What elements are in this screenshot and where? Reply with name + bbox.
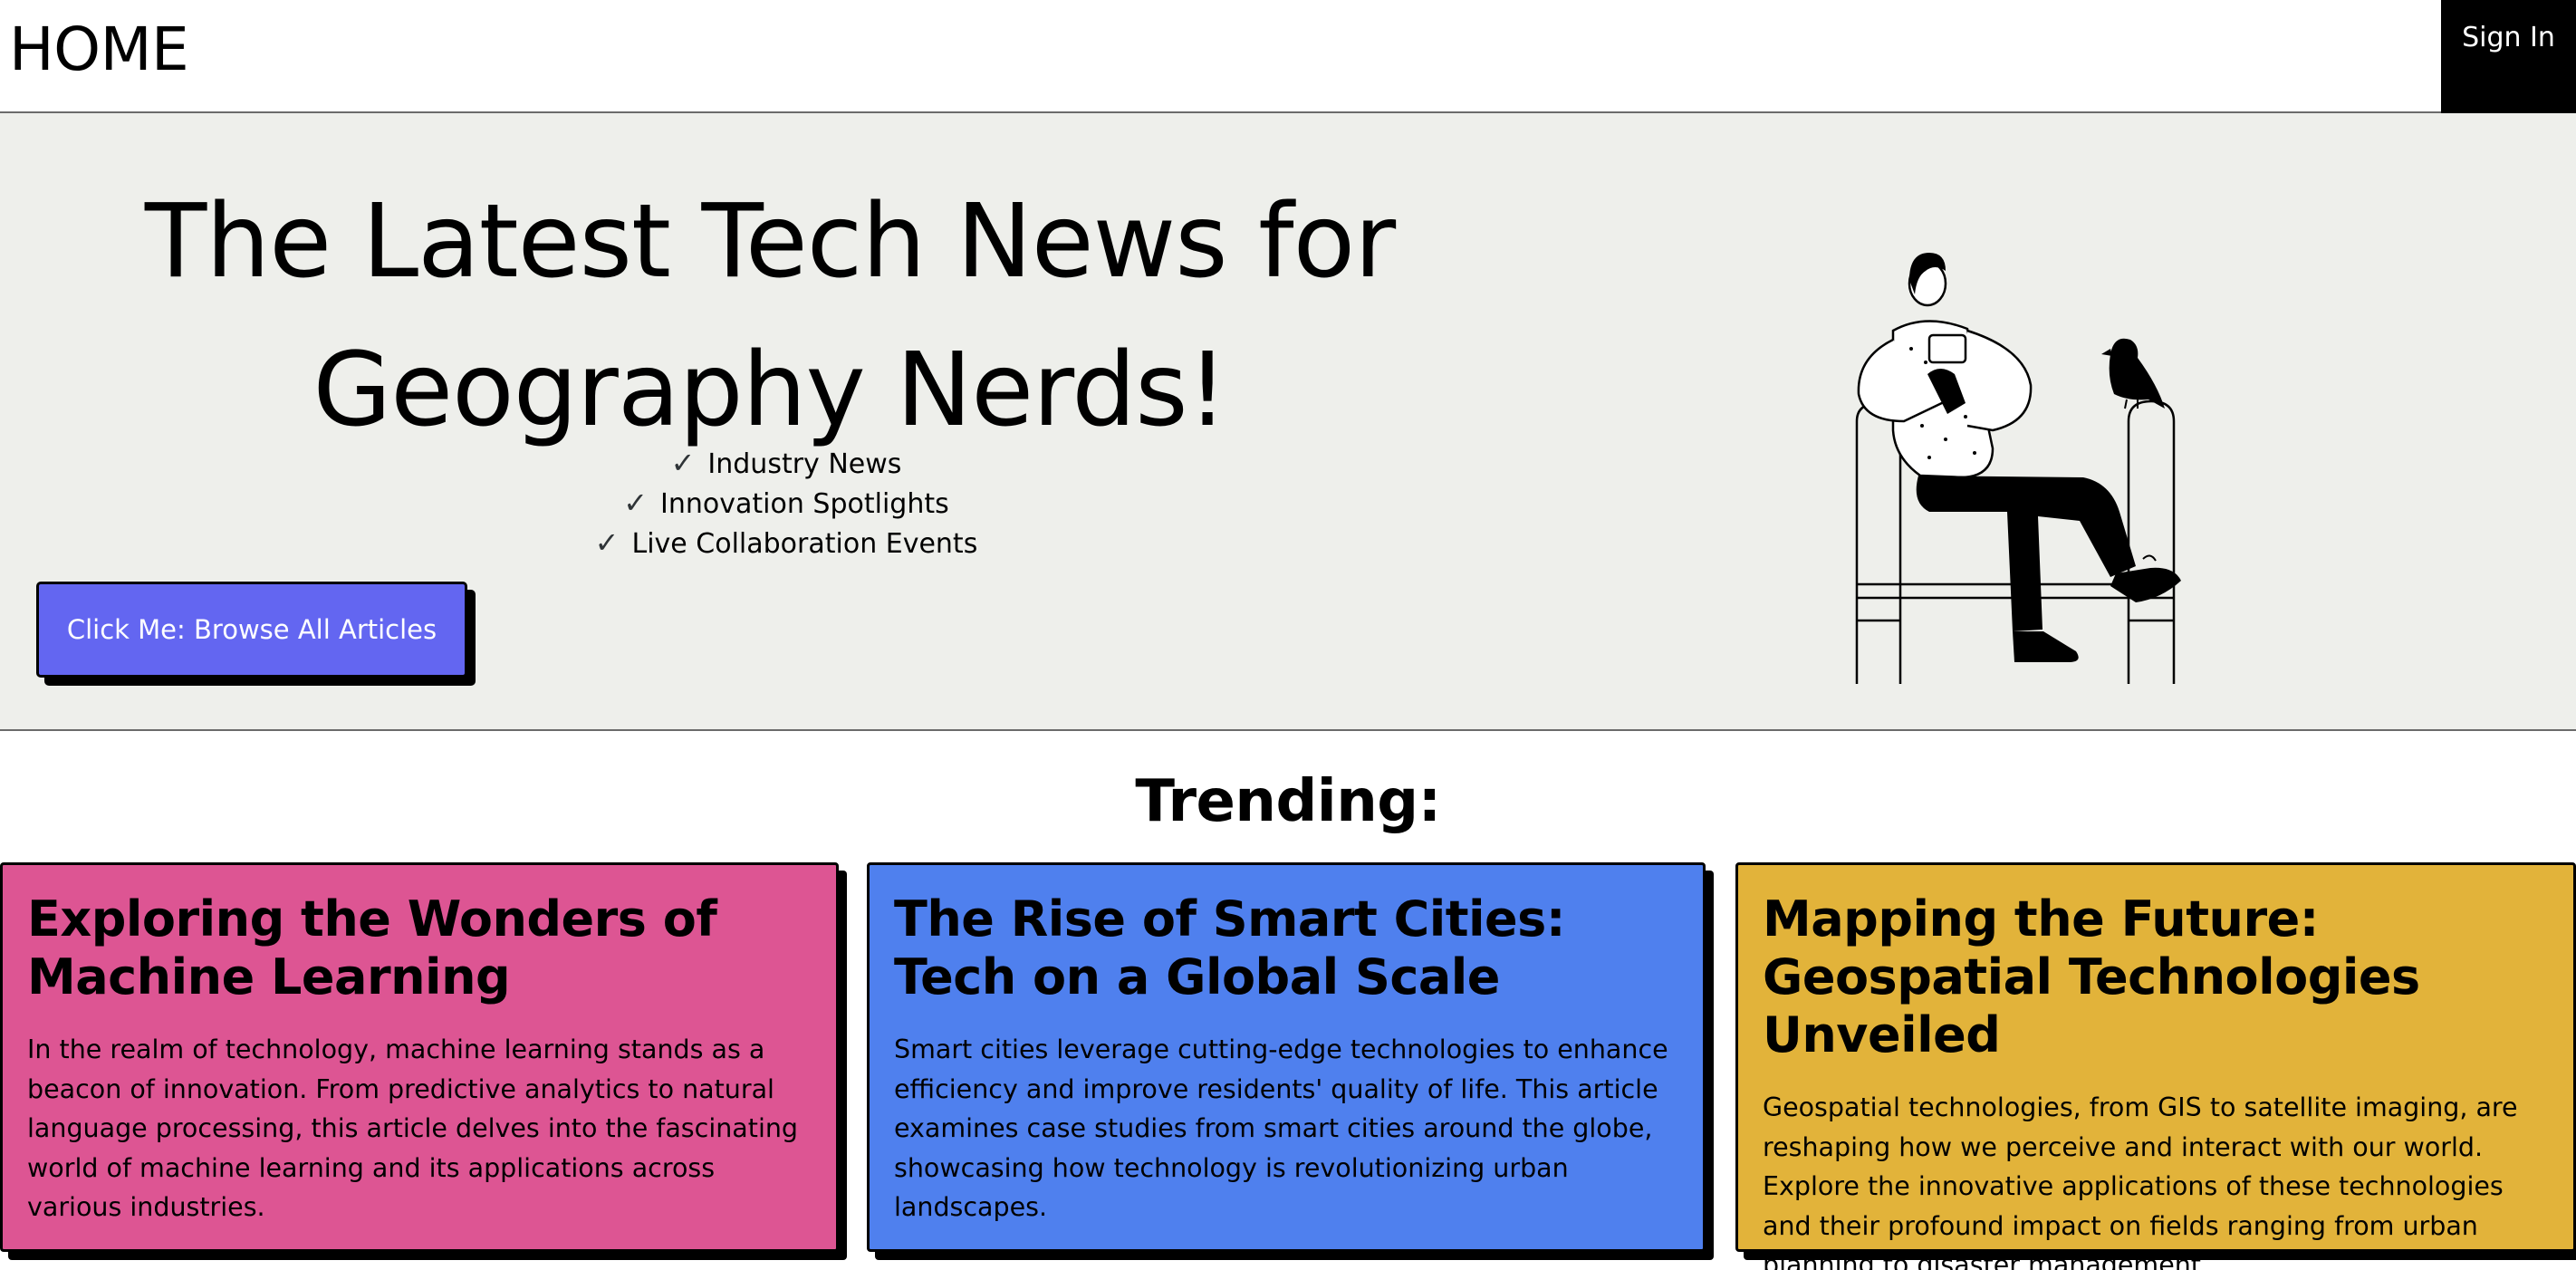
checkmark-icon: ✓ [670,446,696,480]
top-nav-bar: HOME Sign In [0,0,2576,113]
feature-item: ✓ Live Collaboration Events [123,524,1449,563]
checkmark-icon: ✓ [623,486,649,520]
trending-heading: Trending: [1135,768,1441,835]
article-title[interactable]: The Rise of Smart Cities: Tech on a Glob… [894,890,1678,1006]
hero-section: The Latest Tech News for Geography Nerds… [0,113,2576,731]
feature-item: ✓ Innovation Spotlights [123,484,1449,524]
article-title[interactable]: Mapping the Future: Geospatial Technolog… [1763,890,2549,1064]
feature-label: Live Collaboration Events [631,528,978,560]
article-summary: Geospatial technologies, from GIS to sat… [1763,1092,2518,1270]
browse-articles-button[interactable]: Click Me: Browse All Articles [36,582,467,678]
feature-item: ✓ Industry News [123,444,1449,484]
feature-list: ✓ Industry News ✓ Innovation Spotlights ✓ L… [91,444,1449,563]
article-summary: In the realm of technology, machine lear… [27,1034,799,1222]
feature-label: Industry News [707,448,902,480]
feature-label: Innovation Spotlights [660,488,949,520]
home-link[interactable]: HOME [9,14,189,84]
article-card[interactable]: Mapping the Future: Geospatial Technolog… [1735,862,2576,1270]
article-card[interactable]: Exploring the Wonders of Machine Learnin… [0,862,839,1252]
sign-in-button[interactable]: Sign In [2441,0,2576,113]
article-summary: Smart cities leverage cutting-edge techn… [894,1034,1668,1222]
checkmark-icon: ✓ [594,525,620,560]
person-on-bench-illustration [1855,253,2181,684]
article-title[interactable]: Exploring the Wonders of Machine Learnin… [27,890,812,1006]
article-card[interactable]: The Rise of Smart Cities: Tech on a Glob… [867,862,1706,1252]
hero-title: The Latest Tech News for Geography Nerds… [144,183,1396,449]
